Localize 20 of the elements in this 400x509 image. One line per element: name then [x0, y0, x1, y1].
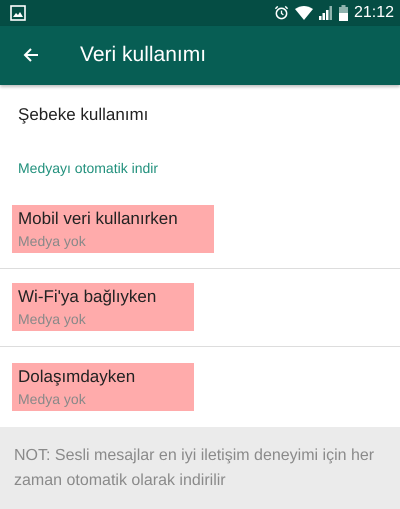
wifi-icon [294, 6, 313, 20]
note-text: NOT: Sesli mesajlar en iyi iletişim deneyimi için her zaman otomatik olarak indirilir [14, 447, 374, 489]
highlight-box[interactable]: Mobil veri kullanırken Medya yok [12, 205, 214, 254]
network-usage-item[interactable]: Şebeke kullanımı [0, 84, 400, 145]
signal-icon [318, 6, 333, 20]
image-icon [10, 4, 26, 21]
clock-time: 21:12 [354, 4, 394, 22]
setting-value: Medya yok [18, 311, 87, 328]
setting-title: Dolaşımdayken [18, 366, 136, 387]
highlight-box[interactable]: Wi-Fi'ya bağlıyken Medya yok [12, 283, 194, 332]
screen-title: Veri kullanımı [80, 43, 206, 68]
alarm-icon [274, 5, 289, 20]
battery-icon [338, 4, 348, 21]
setting-value: Medya yok [18, 233, 87, 250]
setting-value: Medya yok [18, 390, 87, 407]
back-arrow-icon[interactable] [23, 47, 39, 64]
setting-title: Mobil veri kullanırken [18, 209, 178, 230]
section-header: Medyayı otomatik indir [17, 158, 160, 178]
setting-title: Wi-Fi'ya bağlıyken [18, 287, 158, 308]
highlight-box[interactable]: Dolaşımdayken Medya yok [12, 362, 194, 411]
